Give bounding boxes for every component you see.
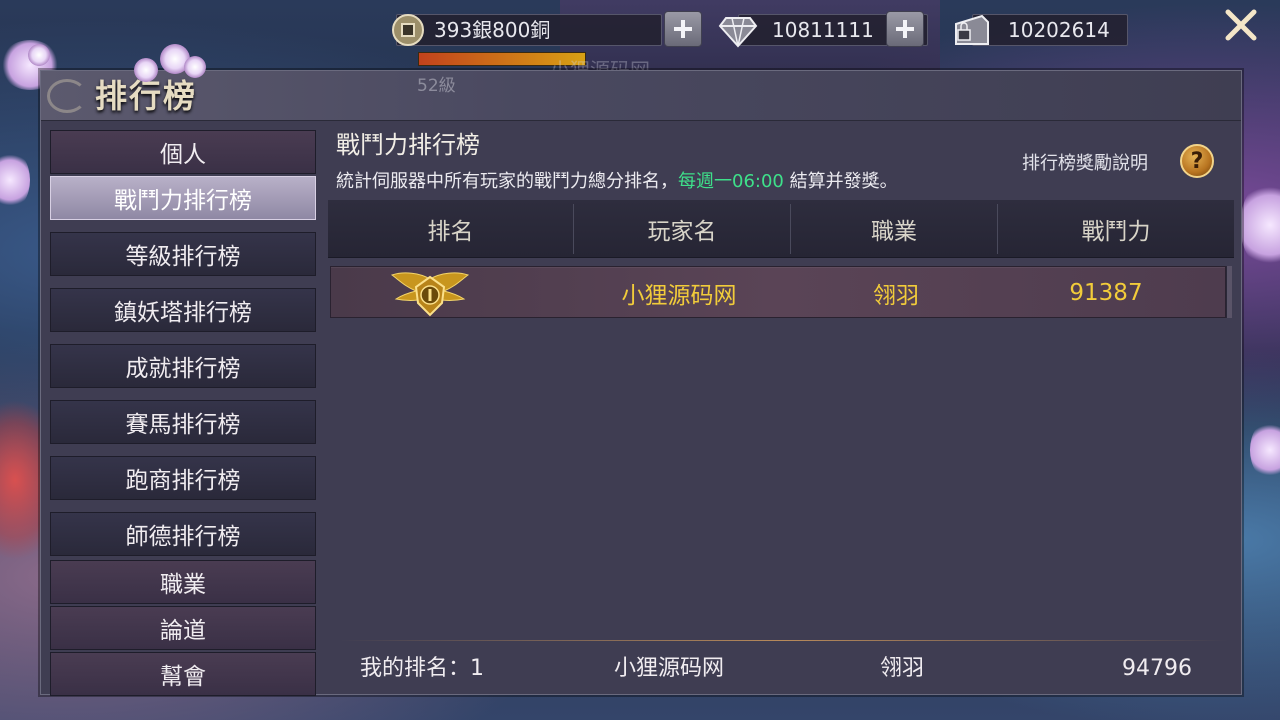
my-rank-power: 94796 <box>1122 656 1192 681</box>
ranking-table-header: 排名 玩家名 職業 戰鬥力 <box>328 200 1234 258</box>
plus-icon <box>896 20 914 38</box>
table-scrollbar[interactable] <box>1226 266 1232 318</box>
gold-rank-1-emblem-icon <box>331 267 529 319</box>
description-text: 統計伺服器中所有玩家的戰鬥力總分排名， <box>336 171 678 192</box>
panel-header: 排行榜 52級 <box>41 71 1241 121</box>
sidebar-item-merchant-ranking[interactable]: 跑商排行榜 <box>50 456 316 500</box>
sidebar-item-level-ranking[interactable]: 等級排行榜 <box>50 232 316 276</box>
sidebar-item-horse-race-ranking[interactable]: 賽馬排行榜 <box>50 400 316 444</box>
blossom-ornament <box>134 58 158 82</box>
ranking-sidebar: 個人 戰鬥力排行榜 等級排行榜 鎮妖塔排行榜 成就排行榜 賽馬排行榜 跑商排行榜… <box>48 128 318 696</box>
panel-title: 排行榜 <box>95 77 198 115</box>
add-silver-button[interactable] <box>664 11 702 47</box>
background-blossom <box>1240 180 1280 270</box>
sidebar-item-achievement-ranking[interactable]: 成就排行榜 <box>50 344 316 388</box>
blossom-ornament <box>184 56 206 78</box>
row-player-power: 91387 <box>1069 280 1143 306</box>
footer-divider <box>340 640 1228 641</box>
plus-icon <box>674 20 692 38</box>
reward-info-link[interactable]: 排行榜獎勵說明 <box>1022 152 1148 176</box>
description-suffix: 結算并發獎。 <box>789 171 898 192</box>
sidebar-category-personal[interactable]: 個人 <box>50 130 316 174</box>
coin-icon <box>388 10 428 50</box>
locked-chest-icon <box>952 10 992 50</box>
column-header-power: 戰鬥力 <box>1081 219 1151 245</box>
my-rank-label: 我的排名：1 <box>360 656 484 681</box>
sidebar-item-power-ranking[interactable]: 戰鬥力排行榜 <box>50 176 316 220</box>
background-blossom <box>0 150 30 210</box>
player-level-ghost: 52級 <box>417 76 456 96</box>
content-title: 戰鬥力排行榜 <box>336 131 480 159</box>
blossom-ornament <box>28 44 50 66</box>
column-header-player-name: 玩家名 <box>647 219 717 245</box>
close-button[interactable] <box>1220 4 1262 46</box>
background-blossom <box>1250 420 1280 480</box>
content-description: 統計伺服器中所有玩家的戰鬥力總分排名，每週一06:00 結算并發獎。 <box>336 170 898 194</box>
close-icon <box>1225 9 1257 41</box>
help-button[interactable]: ? <box>1180 144 1214 178</box>
diamond-icon <box>718 10 758 50</box>
question-mark-icon: ? <box>1190 148 1204 174</box>
sidebar-category-debate[interactable]: 論道 <box>50 606 316 650</box>
sidebar-item-demon-tower-ranking[interactable]: 鎮妖塔排行榜 <box>50 288 316 332</box>
sidebar-item-mentor-ranking[interactable]: 師德排行榜 <box>50 512 316 556</box>
column-header-rank: 排名 <box>427 219 474 245</box>
header-swirl-ornament <box>47 79 87 113</box>
my-rank-class: 翎羽 <box>880 656 925 681</box>
table-row[interactable]: 小狸源码网 翎羽 91387 <box>330 266 1226 318</box>
diamond-amount: 10811111 <box>772 18 874 42</box>
bound-gold-amount: 10202614 <box>1008 18 1110 42</box>
my-rank-name: 小狸源码网 <box>614 656 725 681</box>
sidebar-category-class[interactable]: 職業 <box>50 560 316 604</box>
settlement-time: 每週一06:00 <box>678 171 784 192</box>
add-diamond-button[interactable] <box>886 11 924 47</box>
column-header-class: 職業 <box>871 219 917 245</box>
sidebar-category-guild[interactable]: 幫會 <box>50 652 316 696</box>
silver-amount: 393銀800銅 <box>434 18 551 42</box>
